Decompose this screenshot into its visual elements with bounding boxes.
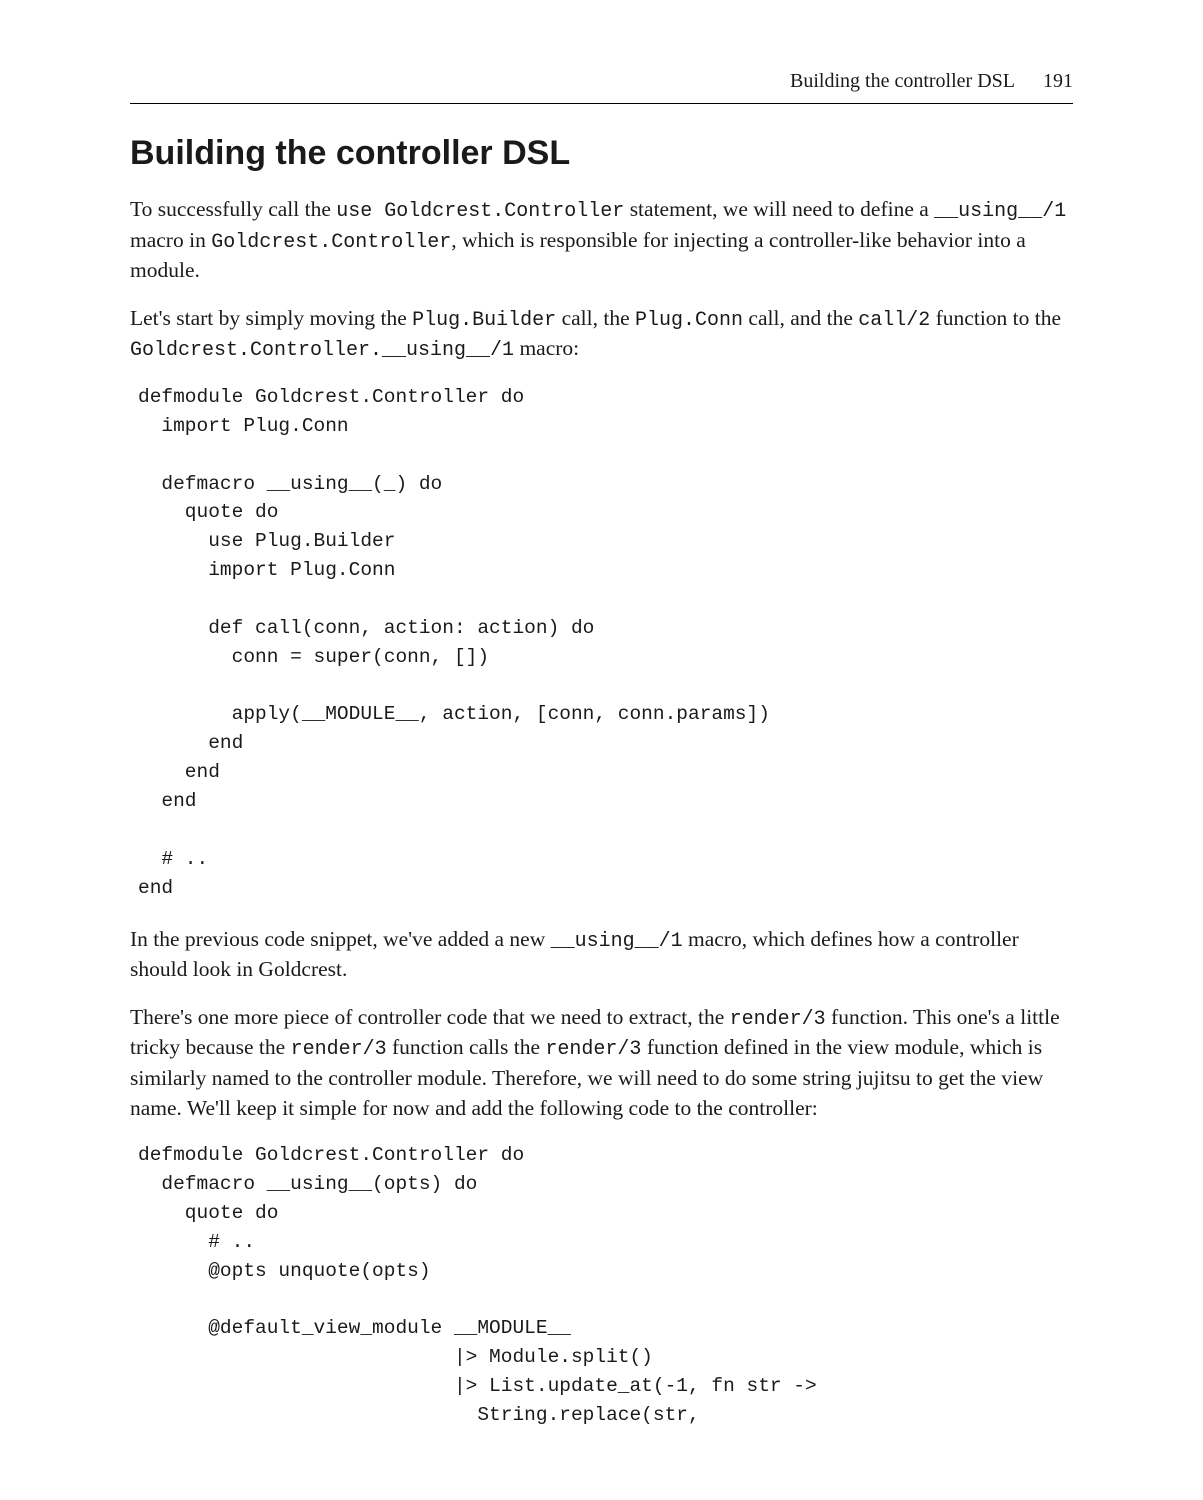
inline-code: Goldcrest.Controller <box>211 231 451 254</box>
inline-code: Plug.Conn <box>635 309 743 332</box>
text: call, and the <box>743 306 858 330</box>
text: macro: <box>514 336 579 360</box>
text: There's one more piece of controller cod… <box>130 1005 730 1029</box>
code-block-2: defmodule Goldcrest.Controller do defmac… <box>138 1141 1073 1430</box>
inline-code: call/2 <box>858 309 930 332</box>
inline-code: Plug.Builder <box>412 309 556 332</box>
text: function calls the <box>387 1035 546 1059</box>
running-header: Building the controller DSL 191 <box>130 70 1073 104</box>
text: Let's start by simply moving the <box>130 306 412 330</box>
text: In the previous code snippet, we've adde… <box>130 927 551 951</box>
paragraph-2: Let's start by simply moving the Plug.Bu… <box>130 304 1073 365</box>
inline-code: use Goldcrest.Controller <box>336 200 624 223</box>
paragraph-3: In the previous code snippet, we've adde… <box>130 925 1073 985</box>
inline-code: __using__/1 <box>934 200 1066 223</box>
text: function to the <box>930 306 1061 330</box>
paragraph-4: There's one more piece of controller cod… <box>130 1003 1073 1124</box>
inline-code: __using__/1 <box>551 930 683 953</box>
inline-code: render/3 <box>545 1038 641 1061</box>
running-header-title: Building the controller DSL <box>790 70 1015 93</box>
text: To successfully call the <box>130 197 336 221</box>
page-number: 191 <box>1043 70 1073 93</box>
inline-code: Goldcrest.Controller.__using__/1 <box>130 339 514 362</box>
paragraph-1: To successfully call the use Goldcrest.C… <box>130 195 1073 286</box>
code-block-1: defmodule Goldcrest.Controller do import… <box>138 383 1073 902</box>
text: statement, we will need to define a <box>624 197 934 221</box>
text: call, the <box>556 306 635 330</box>
inline-code: render/3 <box>730 1008 826 1031</box>
inline-code: render/3 <box>291 1038 387 1061</box>
section-title: Building the controller DSL <box>130 134 1073 173</box>
page: Building the controller DSL 191 Building… <box>0 0 1203 1500</box>
text: macro in <box>130 228 211 252</box>
